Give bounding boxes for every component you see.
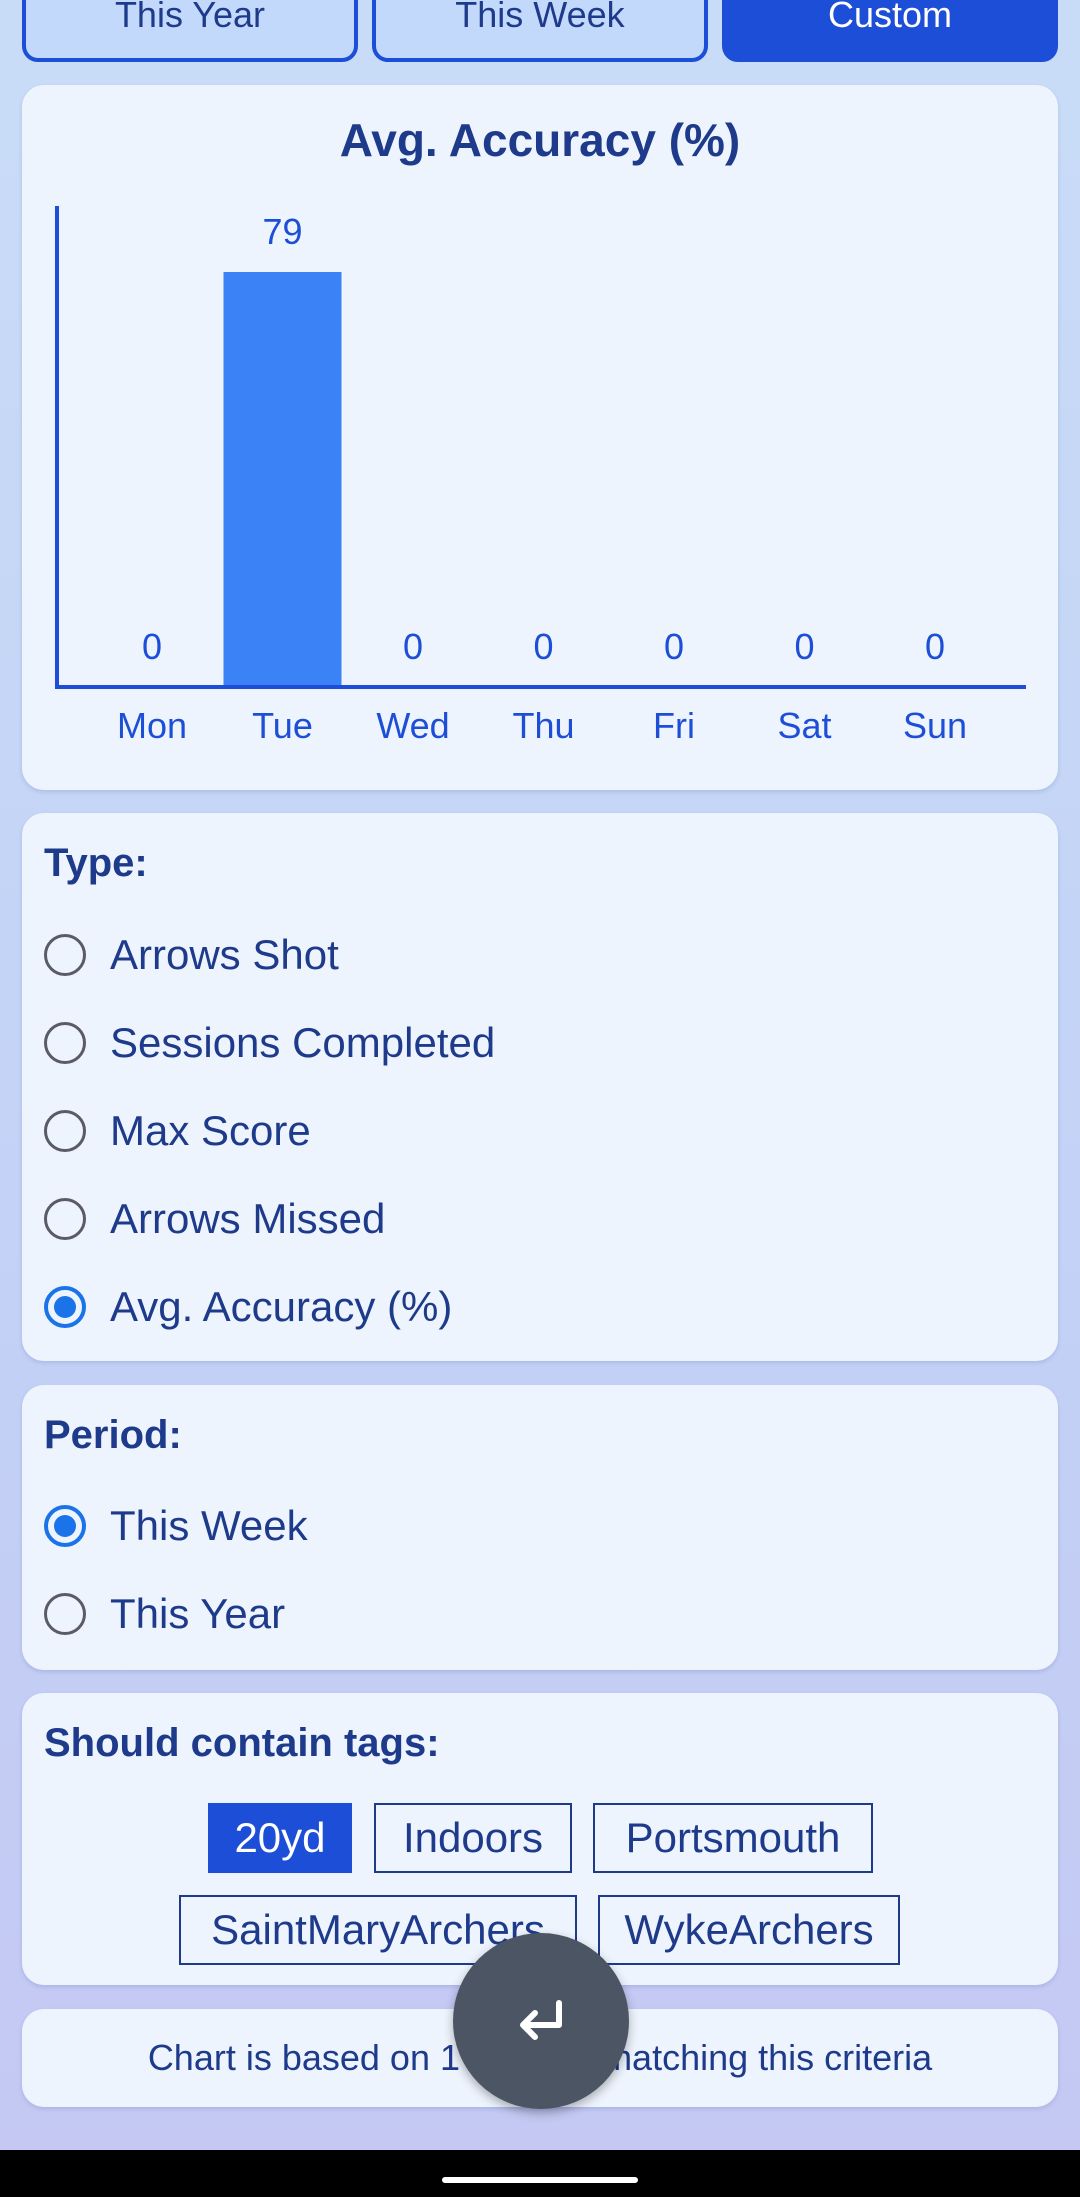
radio-button[interactable] [44,1593,86,1635]
home-gesture-handle[interactable] [442,2177,638,2183]
type-option-max-score[interactable]: Max Score [44,1101,311,1161]
type-option-label: Arrows Missed [110,1195,386,1242]
data-label-sun: 0 [925,626,945,667]
type-option-label: Arrows Shot [110,931,339,978]
data-label-mon: 0 [142,626,162,667]
radio-button-checked[interactable] [44,1505,86,1547]
type-card: Type: Arrows Shot Sessions Completed Max… [22,813,1058,1361]
period-option-this-year[interactable]: This Year [44,1584,285,1644]
period-option-this-week[interactable]: This Week [44,1496,308,1556]
data-label-tue: 79 [262,211,302,252]
type-option-arrows-missed[interactable]: Arrows Missed [44,1189,385,1249]
bar-chart: 0 Mon 79 Tue 0 Wed 0 Thu 0 Fri 0 Sat 0 Sun [55,206,1026,746]
tag-wykearchers[interactable]: WykeArchers [598,1895,900,1965]
x-tick-label-sun: Sun [903,705,967,746]
radio-button[interactable] [44,1022,86,1064]
period-section-title: Period: [44,1413,182,1457]
tag-20yd[interactable]: 20yd [208,1803,352,1873]
type-option-label: Avg. Accuracy (%) [110,1283,453,1330]
data-label-thu: 0 [533,626,553,667]
return-arrow-icon [520,2000,562,2040]
x-tick-label-fri: Fri [653,705,695,746]
radio-button[interactable] [44,1110,86,1152]
period-option-label: This Year [110,1590,286,1637]
tag-portsmouth[interactable]: Portsmouth [593,1803,873,1873]
radio-button-checked[interactable] [44,1286,86,1328]
tag-indoors[interactable]: Indoors [374,1803,572,1873]
return-fab-button[interactable] [453,1933,629,2109]
radio-button[interactable] [44,934,86,976]
period-option-label: This Week [110,1502,308,1549]
type-option-label: Sessions Completed [110,1019,496,1066]
filter-custom-button[interactable]: Custom [722,0,1058,62]
tags-section-title: Should contain tags: [44,1721,440,1765]
x-tick-label-mon: Mon [117,705,187,746]
period-card: Period: This Week This Year [22,1385,1058,1670]
radio-button[interactable] [44,1198,86,1240]
system-navigation-bar [0,2150,1080,2197]
type-option-label: Max Score [110,1107,311,1154]
bar-tue [223,272,342,687]
x-tick-label-tue: Tue [252,705,313,746]
data-label-fri: 0 [664,626,684,667]
data-label-sat: 0 [794,626,814,667]
data-label-wed: 0 [403,626,423,667]
type-section-title: Type: [44,841,148,885]
type-option-sessions-completed[interactable]: Sessions Completed [44,1013,495,1073]
filter-this-week-button[interactable]: This Week [372,0,708,62]
period-filter-buttons: This Year This Week Custom [22,0,1058,62]
x-tick-label-wed: Wed [376,705,449,746]
x-tick-label-sat: Sat [777,705,831,746]
x-tick-label-thu: Thu [512,705,574,746]
type-option-avg-accuracy[interactable]: Avg. Accuracy (%) [44,1277,452,1337]
chart-card: Avg. Accuracy (%) 0 Mon 79 Tue 0 Wed 0 Thu 0 Fri 0… [22,85,1058,790]
filter-this-year-button[interactable]: This Year [22,0,358,62]
type-option-arrows-shot[interactable]: Arrows Shot [44,925,339,985]
